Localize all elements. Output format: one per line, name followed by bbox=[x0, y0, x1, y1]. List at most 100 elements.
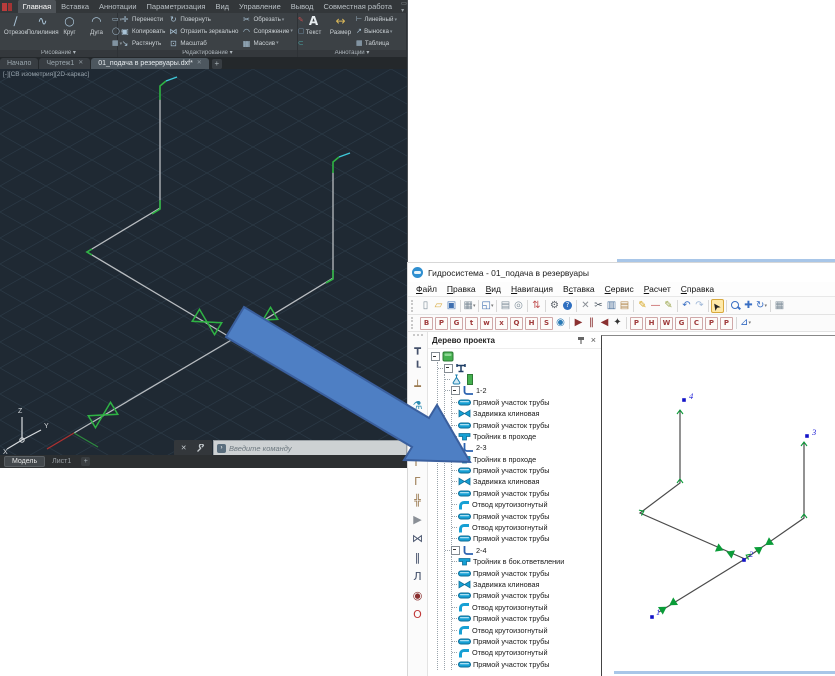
pipe-segment-icon[interactable]: ▬ bbox=[412, 434, 422, 453]
valve-icon[interactable]: ⋈ bbox=[412, 529, 423, 548]
print-icon[interactable]: ▤ bbox=[499, 299, 512, 313]
vessel-icon[interactable]: ▯ bbox=[414, 415, 420, 434]
letter-button-G2[interactable]: G bbox=[675, 317, 688, 330]
fillet-tool-button[interactable]: ◠Сопряжение▾ bbox=[241, 26, 292, 37]
ribbon-tab-Вывод[interactable]: Вывод bbox=[286, 0, 319, 13]
elbow-icon[interactable]: Γ bbox=[414, 453, 420, 472]
array-tool-button[interactable]: ▦Массив▾ bbox=[241, 38, 292, 49]
tree-item-Отвод крутоизогнутый[interactable]: Отвод крутоизогнутый bbox=[452, 624, 601, 635]
letter-button-B[interactable]: B bbox=[420, 317, 433, 330]
polyline-tool-button[interactable]: ∿Полилиния bbox=[30, 14, 55, 49]
menu-item-Навигация[interactable]: Навигация bbox=[506, 284, 558, 294]
letter-button-S[interactable]: S bbox=[540, 317, 553, 330]
close-icon[interactable]: ✕ bbox=[181, 444, 187, 452]
table-tool-button[interactable]: ▦ Таблица bbox=[356, 38, 397, 49]
panel-label-Рисование[interactable]: Рисование ▾ bbox=[0, 50, 118, 57]
add-layout-button[interactable]: + bbox=[81, 457, 90, 466]
letter-button-x[interactable]: x bbox=[495, 317, 508, 330]
ribbon-tab-Главная[interactable]: Главная bbox=[18, 0, 57, 13]
close-icon[interactable]: × bbox=[591, 335, 596, 345]
tree-item-Задвижка клиновая[interactable]: Задвижка клиновая bbox=[452, 408, 601, 419]
export-icon[interactable]: ⇅ bbox=[530, 299, 543, 313]
node-marker-4[interactable] bbox=[682, 398, 686, 402]
viewport-label[interactable]: [-][СВ изометрия][2D-каркас] bbox=[3, 71, 89, 78]
move-tool-button[interactable]: ✛Перенести bbox=[120, 14, 165, 25]
letter-button-P3[interactable]: P bbox=[705, 317, 718, 330]
drawing-canvas[interactable]: [-][СВ изометрия][2D-каркас] ZXY ✕ bbox=[0, 69, 407, 455]
leader-tool-button[interactable]: ↗ Выноска▾ bbox=[356, 26, 397, 37]
cut-icon[interactable]: ✂ bbox=[592, 299, 605, 313]
connect-pencil-icon[interactable]: ✎ bbox=[636, 299, 649, 313]
open-folder-icon[interactable]: ▱ bbox=[432, 299, 445, 313]
tree-item-Тройник в проходе[interactable]: Тройник в проходе bbox=[452, 431, 601, 442]
tree-item-pipeline[interactable] bbox=[438, 362, 601, 373]
layout-tab-Лист1[interactable]: Лист1 bbox=[45, 457, 78, 466]
tree-item-2-3[interactable]: 2-3 bbox=[445, 442, 601, 453]
tree-item-Прямой участок трубы[interactable]: Прямой участок трубы bbox=[452, 397, 601, 408]
file-tab[interactable]: Начало bbox=[0, 58, 38, 69]
reconnect-pencil-icon[interactable]: ✎ bbox=[662, 299, 675, 313]
letter-button-w[interactable]: w bbox=[480, 317, 493, 330]
calculator-icon[interactable]: ▦▾ bbox=[463, 299, 476, 313]
tree-expander-icon[interactable] bbox=[451, 386, 460, 395]
close-tab-icon[interactable]: ✕ bbox=[78, 58, 83, 69]
new-drawing-button[interactable]: + bbox=[212, 59, 222, 69]
circle-tool-button[interactable]: ○Круг bbox=[57, 14, 82, 49]
tree-item-Задвижка клиновая[interactable]: Задвижка клиновая bbox=[452, 476, 601, 487]
tree-item-Прямой участок трубы[interactable]: Прямой участок трубы bbox=[452, 659, 601, 670]
throttle-icon[interactable]: ‖ bbox=[415, 548, 421, 567]
delete-icon[interactable]: ✕ bbox=[579, 299, 592, 313]
trim-tool-button[interactable]: ✂Обрезать▾ bbox=[241, 14, 292, 25]
ribbon-tab-Вид[interactable]: Вид bbox=[210, 0, 234, 13]
tree-item-Отвод крутоизогнутый[interactable]: Отвод крутоизогнутый bbox=[452, 499, 601, 510]
menu-item-Справка[interactable]: Справка bbox=[676, 284, 719, 294]
flange-icon[interactable]: ┷ bbox=[414, 377, 421, 396]
letter-button-H2[interactable]: H bbox=[645, 317, 658, 330]
panel-label-Аннотации[interactable]: Аннотации ▾ bbox=[298, 50, 407, 57]
ribbon-tab-Управление[interactable]: Управление bbox=[234, 0, 286, 13]
undo-icon[interactable]: ↶ bbox=[680, 299, 693, 313]
node-marker-3[interactable] bbox=[805, 434, 809, 438]
letter-button-H[interactable]: H bbox=[525, 317, 538, 330]
letter-button-W2[interactable]: W bbox=[660, 317, 673, 330]
ribbon-tab-Совместная работа[interactable]: Совместная работа bbox=[318, 0, 397, 13]
select-cursor-icon[interactable]: ➤ bbox=[711, 299, 724, 313]
tree-item-Отвод крутоизогнутый[interactable]: Отвод крутоизогнутый bbox=[452, 647, 601, 658]
ring-icon[interactable]: О bbox=[413, 605, 422, 624]
tree-expander-icon[interactable] bbox=[444, 364, 453, 373]
letter-button-C2[interactable]: C bbox=[690, 317, 703, 330]
zoom-icon[interactable] bbox=[729, 299, 742, 313]
save-icon[interactable]: ▣ bbox=[445, 299, 458, 313]
pause-icon[interactable]: ‖ bbox=[585, 316, 598, 330]
play-icon[interactable]: ▶ bbox=[572, 316, 585, 330]
panel-label-Редактирование[interactable]: Редактирование ▾ bbox=[118, 50, 298, 57]
windows-icon[interactable]: ◱▾ bbox=[481, 299, 494, 313]
pan-icon[interactable]: ✚ bbox=[742, 299, 755, 313]
menu-item-Вставка[interactable]: Вставка bbox=[558, 284, 600, 294]
tree-expander-icon[interactable] bbox=[451, 443, 460, 452]
letter-button-Q[interactable]: Q bbox=[510, 317, 523, 330]
redo-icon[interactable]: ↷ bbox=[693, 299, 706, 313]
help-icon[interactable]: ? bbox=[561, 299, 574, 313]
tree-expander-icon[interactable] bbox=[431, 352, 440, 361]
tree-item-2-4[interactable]: 2-4 bbox=[445, 545, 601, 556]
run-tool-icon[interactable]: ✦ bbox=[611, 316, 624, 330]
new-document-icon[interactable]: ▯ bbox=[419, 299, 432, 313]
disconnect-icon[interactable]: — bbox=[649, 299, 662, 313]
tree-item-1-2[interactable]: 1-2 bbox=[445, 385, 601, 396]
tree-item-Прямой участок трубы[interactable]: Прямой участок трубы bbox=[452, 488, 601, 499]
corner-icon[interactable]: Г bbox=[414, 472, 421, 491]
line-tool-button[interactable]: ∕Отрезок bbox=[3, 14, 28, 49]
chart-icon[interactable]: ⊿▾ bbox=[739, 316, 752, 330]
tree-expander-icon[interactable] bbox=[451, 546, 460, 555]
title-bar[interactable]: Гидросистема - 01_подача в резервуары bbox=[408, 263, 835, 282]
ribbon-overflow-icon[interactable]: ▭ ▾ bbox=[401, 0, 407, 14]
pump-tool-icon[interactable]: ◉ bbox=[413, 586, 423, 605]
dimension-tool-button[interactable]: ↔Размер bbox=[328, 14, 353, 49]
close-tab-icon[interactable]: ✕ bbox=[197, 58, 202, 69]
node-marker-2[interactable] bbox=[742, 558, 746, 562]
mirror-tool-button[interactable]: ⋈Отразить зеркально bbox=[168, 26, 238, 37]
copy-icon[interactable]: ▥ bbox=[605, 299, 618, 313]
copy-tool-button[interactable]: ▣Копировать bbox=[120, 26, 165, 37]
pipe-drawing[interactable]: ZXY bbox=[0, 69, 407, 455]
